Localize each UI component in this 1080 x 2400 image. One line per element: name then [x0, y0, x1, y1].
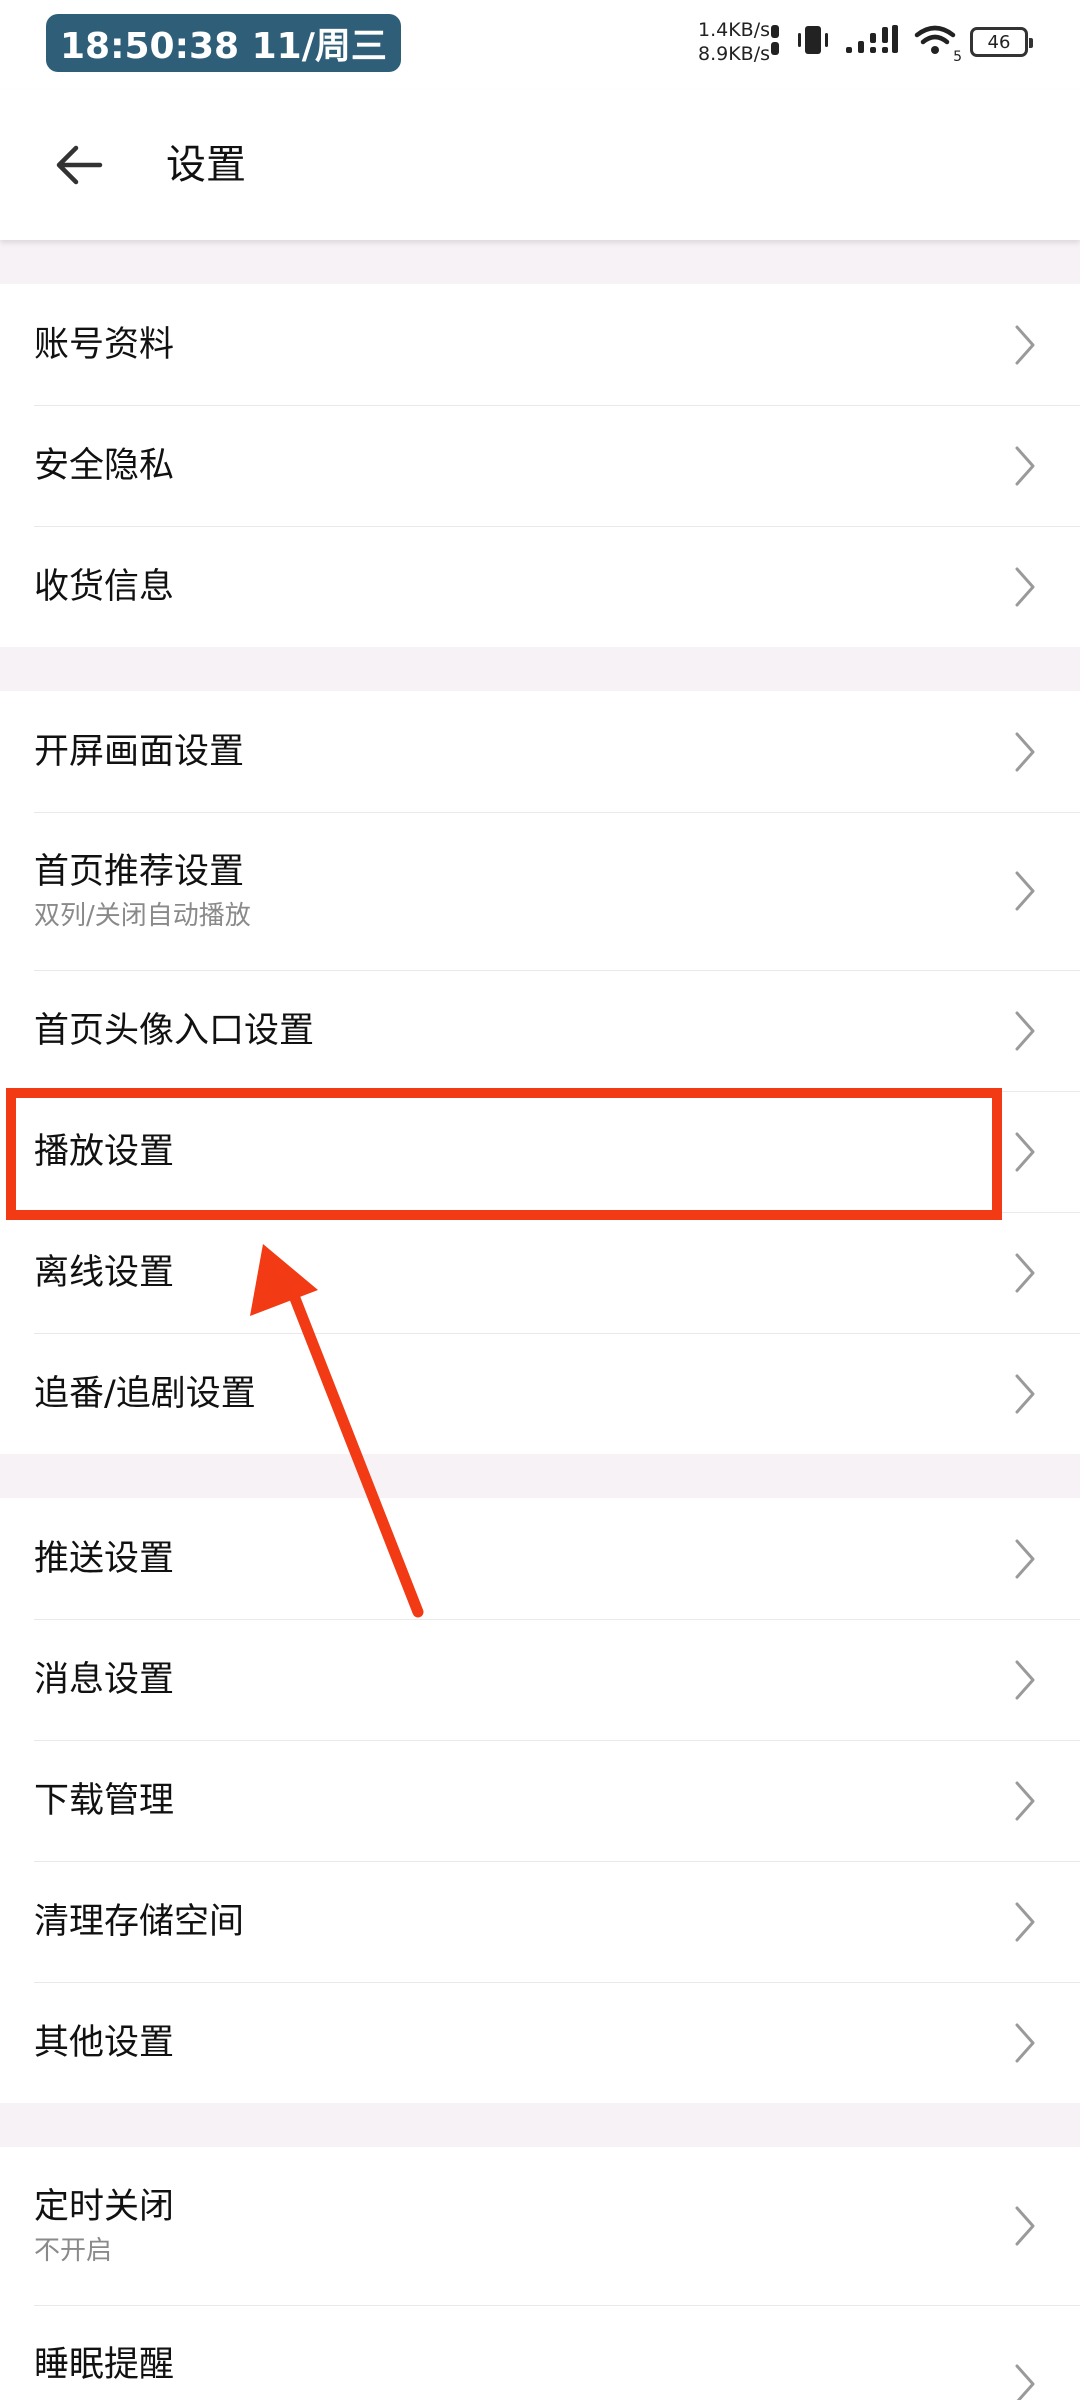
settings-list: 账号资料 安全隐私 收货信息 开屏画面设置 首页推荐设置 双列/关闭自动播放 首…: [0, 240, 1080, 2400]
section-gap: [0, 240, 1080, 284]
net-download-speed: 8.9KB/s: [697, 43, 770, 65]
status-clock: 18:50:38 11/周三: [46, 14, 401, 72]
setting-splash-screen[interactable]: 开屏画面设置: [0, 691, 1080, 812]
chevron-right-icon: [1015, 1374, 1035, 1413]
setting-label: 账号资料: [34, 324, 175, 365]
setting-subtitle: 双列/关闭自动播放: [34, 901, 251, 931]
setting-label: 离线设置: [34, 1252, 175, 1293]
chevron-right-icon: [1015, 2023, 1035, 2062]
setting-label: 安全隐私: [34, 445, 175, 486]
setting-playback[interactable]: 播放设置: [0, 1091, 1080, 1212]
setting-subtitle: 不开启: [34, 2236, 113, 2266]
setting-label: 首页推荐设置: [34, 852, 245, 892]
setting-label: 消息设置: [34, 1659, 175, 1700]
chevron-right-icon: [1015, 325, 1035, 364]
setting-shipping-info[interactable]: 收货信息: [0, 526, 1080, 647]
setting-label: 播放设置: [34, 1131, 175, 1172]
chevron-right-icon: [1015, 2364, 1035, 2400]
data-arrows-icon: [768, 23, 782, 61]
settings-group-display: 开屏画面设置 首页推荐设置 双列/关闭自动播放 首页头像入口设置 播放设置 离线…: [0, 691, 1080, 1454]
setting-home-avatar-entry[interactable]: 首页头像入口设置: [0, 970, 1080, 1091]
setting-label: 睡眠提醒: [34, 2345, 175, 2385]
setting-sleep-reminder[interactable]: 睡眠提醒: [0, 2305, 1080, 2400]
back-arrow-icon: [56, 145, 103, 185]
setting-label: 收货信息: [34, 566, 175, 607]
chevron-right-icon: [1015, 1253, 1035, 1292]
setting-label: 定时关闭: [34, 2187, 175, 2227]
status-icons: 5 46: [768, 20, 1033, 65]
setting-label: 下载管理: [34, 1780, 175, 1821]
setting-home-recommend[interactable]: 首页推荐设置 双列/关闭自动播放: [0, 812, 1080, 970]
settings-group-timer: 定时关闭 不开启 睡眠提醒: [0, 2147, 1080, 2400]
chevron-right-icon: [1015, 567, 1035, 606]
setting-push[interactable]: 推送设置: [0, 1498, 1080, 1619]
network-speed: 1.4KB/s 8.9KB/s: [678, 18, 770, 66]
settings-group-account: 账号资料 安全隐私 收货信息: [0, 284, 1080, 647]
battery-level: 46: [987, 31, 1011, 53]
setting-clear-storage[interactable]: 清理存储空间: [0, 1861, 1080, 1982]
chevron-right-icon: [1015, 1539, 1035, 1578]
back-button[interactable]: [44, 130, 114, 200]
setting-security-privacy[interactable]: 安全隐私: [0, 405, 1080, 526]
chevron-right-icon: [1015, 2206, 1035, 2246]
setting-download-manager[interactable]: 下载管理: [0, 1740, 1080, 1861]
setting-offline[interactable]: 离线设置: [0, 1212, 1080, 1333]
net-upload-speed: 1.4KB/s: [697, 19, 770, 41]
vibrate-icon: [796, 23, 830, 61]
setting-label: 推送设置: [34, 1538, 175, 1579]
chevron-right-icon: [1015, 1781, 1035, 1820]
settings-page: 18:50:38 11/周三 1.4KB/s 8.9KB/s 5 46 设置 账…: [0, 0, 1080, 2400]
wifi-icon: 5: [914, 23, 962, 65]
setting-account-profile[interactable]: 账号资料: [0, 284, 1080, 405]
signal-icon: [844, 23, 900, 61]
app-header: 设置: [0, 90, 1080, 240]
setting-subtitle: [34, 2391, 1080, 2400]
chevron-right-icon: [1015, 732, 1035, 771]
setting-label: 其他设置: [34, 2022, 175, 2063]
setting-label: 开屏画面设置: [34, 731, 245, 772]
setting-label: 清理存储空间: [34, 1901, 245, 1942]
page-title: 设置: [166, 142, 246, 188]
section-gap: [0, 647, 1080, 691]
section-gap: [0, 2103, 1080, 2147]
settings-group-system: 推送设置 消息设置 下载管理 清理存储空间 其他设置: [0, 1498, 1080, 2103]
chevron-right-icon: [1015, 1132, 1035, 1171]
setting-label: 首页头像入口设置: [34, 1010, 315, 1051]
status-bar: 18:50:38 11/周三 1.4KB/s 8.9KB/s 5 46: [0, 0, 1080, 90]
setting-sleep-timer[interactable]: 定时关闭 不开启: [0, 2147, 1080, 2305]
wifi-label: 5: [953, 49, 962, 65]
chevron-right-icon: [1015, 871, 1035, 911]
chevron-right-icon: [1015, 1011, 1035, 1050]
setting-label: 追番/追剧设置: [34, 1373, 256, 1414]
setting-follow-series[interactable]: 追番/追剧设置: [0, 1333, 1080, 1454]
section-gap: [0, 1454, 1080, 1498]
chevron-right-icon: [1015, 1660, 1035, 1699]
setting-messages[interactable]: 消息设置: [0, 1619, 1080, 1740]
chevron-right-icon: [1015, 446, 1035, 485]
setting-other[interactable]: 其他设置: [0, 1982, 1080, 2103]
battery-icon: 46: [970, 27, 1033, 57]
chevron-right-icon: [1015, 1902, 1035, 1941]
